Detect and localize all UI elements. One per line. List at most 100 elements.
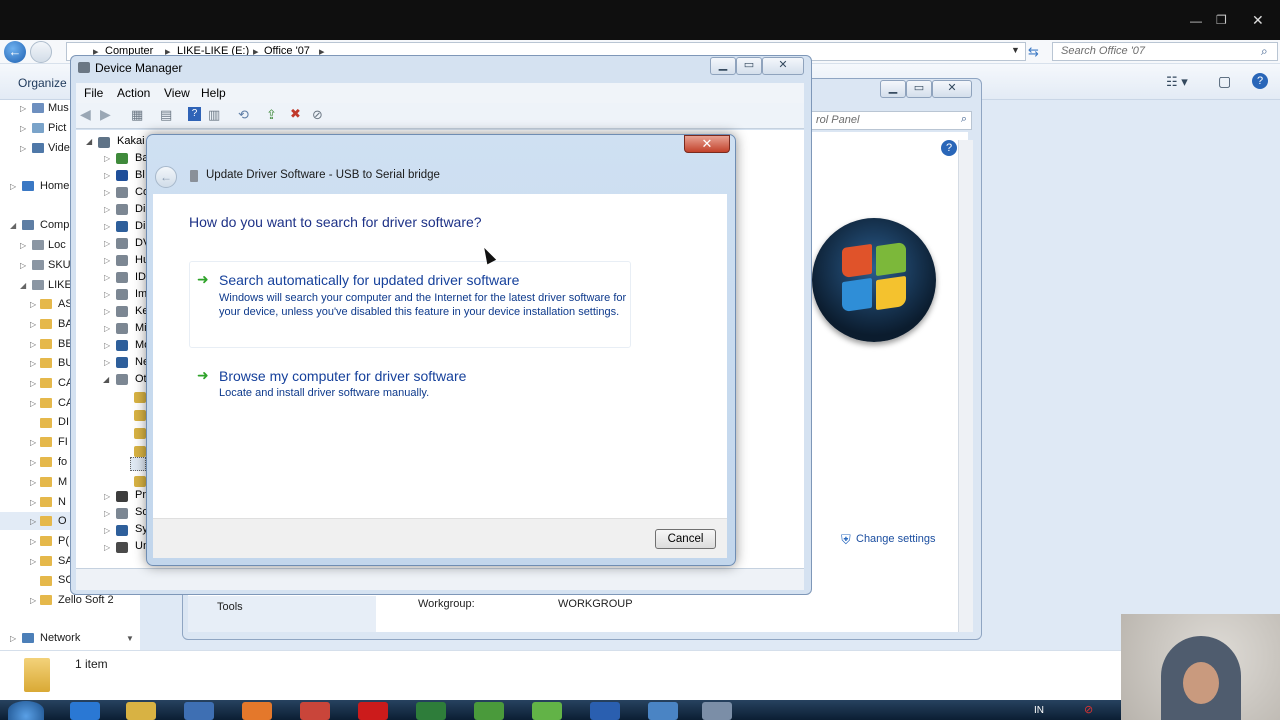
nav-folder[interactable]: DI bbox=[58, 416, 69, 428]
selected-device-highlight[interactable] bbox=[130, 457, 146, 471]
nav-folder[interactable]: fo bbox=[58, 456, 67, 468]
media-player-icon[interactable] bbox=[184, 702, 214, 720]
nav-folder-zello[interactable]: Zello Soft 2 bbox=[58, 594, 114, 606]
menu-view[interactable]: View bbox=[164, 86, 190, 100]
usb-device-icon bbox=[190, 170, 198, 182]
network-adapter-icon bbox=[116, 357, 128, 368]
explorer-taskbar-icon[interactable] bbox=[126, 702, 156, 720]
firefox-icon[interactable] bbox=[242, 702, 272, 720]
nav-item-homegroup[interactable]: Home bbox=[40, 180, 69, 192]
explorer-search-input[interactable]: Search Office '07 ⌕ bbox=[1052, 42, 1278, 61]
computer-icon bbox=[116, 187, 128, 198]
nav-folder[interactable]: M bbox=[58, 476, 67, 488]
tray-antivirus-icon[interactable]: ⊘ bbox=[1084, 703, 1093, 716]
help-icon[interactable]: ? bbox=[188, 107, 201, 121]
view-options-icon[interactable]: ☷ ▾ bbox=[1166, 74, 1188, 90]
tools-label[interactable]: Tools bbox=[217, 601, 243, 613]
option-title[interactable]: Search automatically for updated driver … bbox=[219, 272, 519, 288]
tree-item[interactable]: ID bbox=[135, 271, 146, 283]
nav-scroll-down-icon[interactable]: ▼ bbox=[126, 634, 134, 643]
tree-item[interactable]: Di bbox=[135, 203, 145, 215]
folder-icon bbox=[40, 299, 52, 309]
tree-item[interactable]: Pr bbox=[135, 489, 146, 501]
action-pane-icon[interactable]: ▥ bbox=[208, 107, 220, 123]
nav-item-network[interactable]: Network bbox=[40, 632, 80, 644]
usb-icon bbox=[116, 542, 128, 553]
properties-icon[interactable]: ▤ bbox=[160, 107, 172, 123]
control-panel-search-input[interactable]: rol Panel ⌕ bbox=[811, 111, 972, 130]
refresh-icon[interactable]: ⇆ bbox=[1028, 44, 1039, 60]
nav-item-videos[interactable]: Vide bbox=[48, 142, 70, 154]
tree-item[interactable]: Mi bbox=[135, 322, 147, 334]
control-panel-scrollbar[interactable] bbox=[958, 140, 973, 632]
option-title[interactable]: Browse my computer for driver software bbox=[219, 368, 466, 384]
device-manager-taskbar-icon[interactable] bbox=[702, 702, 732, 720]
cancel-button[interactable]: Cancel bbox=[655, 529, 716, 549]
word-icon[interactable] bbox=[590, 702, 620, 720]
folder-icon bbox=[40, 556, 52, 566]
minimize-icon[interactable]: ▁ bbox=[880, 80, 906, 98]
nav-folder[interactable]: FI bbox=[58, 436, 68, 448]
scan-hardware-icon[interactable]: ⟲ bbox=[238, 107, 249, 123]
start-orb-icon[interactable] bbox=[8, 701, 44, 720]
help-icon[interactable]: ? bbox=[1252, 73, 1268, 89]
preview-pane-icon[interactable]: ▢ bbox=[1218, 73, 1231, 90]
close-icon[interactable]: ✕ bbox=[762, 57, 804, 75]
search-icon[interactable]: ⌕ bbox=[1261, 44, 1268, 59]
nav-item-pictures[interactable]: Pict bbox=[48, 122, 66, 134]
details-pane: 1 item bbox=[0, 650, 1280, 700]
nav-folder[interactable]: P( bbox=[58, 535, 69, 547]
hid-icon bbox=[116, 255, 128, 266]
tree-root-computer[interactable]: Kakai bbox=[117, 135, 145, 147]
back-arrow-icon[interactable]: ← bbox=[4, 41, 26, 63]
dialog-footer bbox=[153, 518, 727, 558]
back-arrow-icon[interactable]: ← bbox=[155, 166, 177, 188]
language-indicator[interactable]: IN bbox=[1034, 705, 1044, 716]
excel-icon[interactable] bbox=[416, 702, 446, 720]
folder-icon bbox=[40, 516, 52, 526]
nav-item-drive[interactable]: SKU bbox=[48, 259, 71, 271]
back-arrow-icon[interactable]: ◀ bbox=[80, 106, 91, 123]
change-settings-link[interactable]: Change settings bbox=[856, 533, 936, 545]
close-icon[interactable]: ✕ bbox=[1252, 12, 1264, 29]
folder-icon bbox=[40, 319, 52, 329]
maximize-icon[interactable]: ▭ bbox=[736, 57, 762, 75]
close-icon[interactable]: ✕ bbox=[932, 80, 972, 98]
menu-help[interactable]: Help bbox=[201, 86, 226, 100]
forward-arrow-icon[interactable] bbox=[30, 41, 52, 63]
minimize-icon[interactable]: — bbox=[1190, 14, 1202, 28]
nav-item-drive[interactable]: Loc bbox=[48, 239, 66, 251]
menu-action[interactable]: Action bbox=[117, 86, 150, 100]
restore-icon[interactable]: ❐ bbox=[1216, 13, 1227, 27]
nav-item-drive[interactable]: LIKE bbox=[48, 279, 72, 291]
tree-item[interactable]: Bl bbox=[135, 169, 145, 181]
update-driver-icon[interactable]: ⇪ bbox=[266, 107, 277, 123]
nav-item-computer[interactable]: Comp bbox=[40, 219, 69, 231]
disk-drive-icon bbox=[116, 204, 128, 215]
close-icon[interactable]: ✕ bbox=[684, 135, 730, 153]
nav-item-music[interactable]: Mus bbox=[48, 102, 69, 114]
folder-icon bbox=[40, 477, 52, 487]
chrome-icon[interactable] bbox=[300, 702, 330, 720]
app-green-icon[interactable] bbox=[532, 702, 562, 720]
nav-folder[interactable]: N bbox=[58, 496, 66, 508]
uninstall-icon[interactable]: ✖ bbox=[290, 106, 301, 122]
address-dropdown-icon[interactable]: ▼ bbox=[1011, 45, 1020, 55]
opera-icon[interactable] bbox=[358, 702, 388, 720]
minimize-icon[interactable]: ▁ bbox=[710, 57, 736, 75]
tree-item[interactable]: Di bbox=[135, 220, 145, 232]
tree-item[interactable]: Ot bbox=[135, 373, 147, 385]
disable-device-icon[interactable]: ⊘ bbox=[312, 107, 323, 123]
nav-folder-selected[interactable]: O bbox=[58, 515, 67, 527]
control-panel-taskbar-icon[interactable] bbox=[648, 702, 678, 720]
app-green-icon[interactable] bbox=[474, 702, 504, 720]
menu-file[interactable]: File bbox=[84, 86, 103, 100]
folder-icon bbox=[40, 339, 52, 349]
help-icon[interactable]: ? bbox=[941, 140, 957, 156]
maximize-icon[interactable]: ▭ bbox=[906, 80, 932, 98]
show-hide-console-tree-icon[interactable]: ▦ bbox=[131, 107, 143, 123]
search-icon[interactable]: ⌕ bbox=[961, 113, 967, 126]
organize-button[interactable]: Organize bbox=[18, 76, 67, 90]
internet-explorer-icon[interactable] bbox=[70, 702, 100, 720]
forward-arrow-icon[interactable]: ▶ bbox=[100, 106, 111, 123]
